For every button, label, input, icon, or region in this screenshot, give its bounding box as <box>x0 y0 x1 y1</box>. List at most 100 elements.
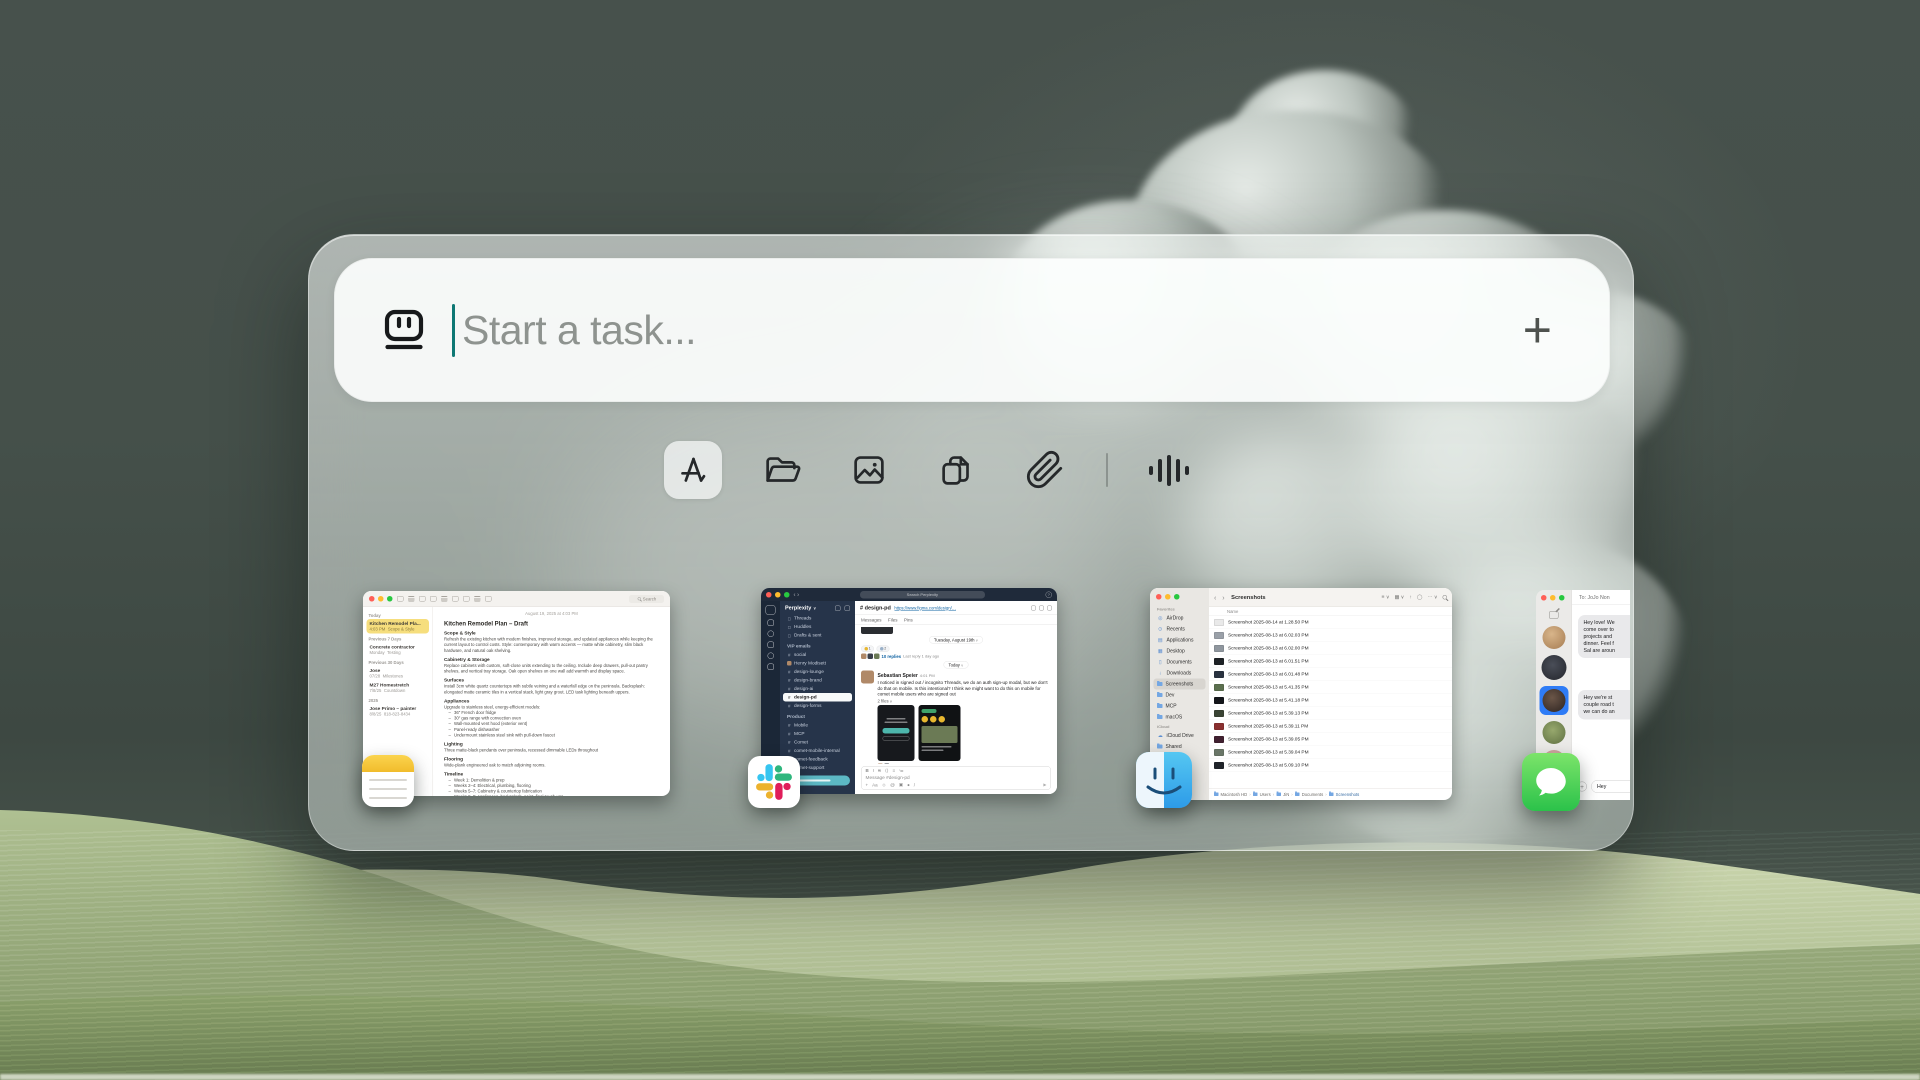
note-block: Surfaces <box>444 677 465 684</box>
conversation-list <box>1536 626 1572 773</box>
path-item: JiN › <box>1276 791 1293 797</box>
slack-sidebar-row: Drafts & sent <box>780 631 855 640</box>
copy-icon <box>942 456 969 485</box>
messages-app-icon[interactable] <box>1522 753 1580 811</box>
file-thumbnail <box>1214 696 1224 704</box>
finder-sidebar-item: MCP <box>1150 701 1209 712</box>
file-thumbnail <box>1214 735 1224 743</box>
finder-window-thumbnail[interactable]: Favorites AirDrop Recents Applications <box>1150 588 1452 800</box>
slack-sidebar-row: Huddles <box>780 623 855 632</box>
folder-icon <box>1276 791 1282 796</box>
channel-tab: Pins <box>904 617 913 623</box>
notes-sidebar-row: Jose Primo – painter 8/8/25 818-823-8434 <box>369 706 417 717</box>
notes-app-icon[interactable] <box>362 755 414 807</box>
message-composer: + Hey <box>1572 780 1630 800</box>
composer-placeholder: Message #design-pd <box>865 775 910 781</box>
finder-sidebar-item: Shared <box>1150 741 1209 752</box>
file-thumbnail <box>1214 631 1224 639</box>
finder-face-icon <box>1146 767 1182 795</box>
note-block: Flooring <box>444 756 463 762</box>
finder-sidebar-item: Screenshots <box>1153 678 1206 690</box>
slack-sidebar-row: Comet <box>780 738 855 747</box>
task-input-placeholder: Start a task... <box>462 306 697 353</box>
file-list: Screenshot 2025-08-14 at 1.28.50 PM Scre… <box>1209 616 1452 788</box>
file-row: Screenshot 2025-08-13 at 6.01.51 PM <box>1209 655 1452 668</box>
date-divider: Tuesday, August 19th <box>928 636 984 644</box>
avatar <box>1541 655 1567 680</box>
note-body: Scope & Style Refresh the existing kitche… <box>444 631 659 797</box>
finder-app-icon[interactable] <box>1136 752 1192 808</box>
slack-sidebar-row: design-ai <box>780 685 855 694</box>
slack-sidebar-row: Threads <box>780 614 855 623</box>
file-thumbnail <box>1214 761 1224 769</box>
channel-tabs: Messages Files Pins <box>855 615 1057 625</box>
window-controls <box>766 591 790 598</box>
file-row: Screenshot 2025-08-13 at 5.39.13 PM <box>1209 707 1452 720</box>
tool-clipboard-button[interactable] <box>928 441 986 499</box>
compose-icon <box>1549 611 1559 619</box>
slack-window-thumbnail[interactable]: ‹ › Search Perplexity ? Perplexity ∨ ◻ T… <box>761 588 1057 794</box>
tool-apps-button[interactable] <box>664 441 722 499</box>
file-thumbnail <box>1214 644 1224 652</box>
notes-toolbar: Search <box>363 591 670 607</box>
tool-attachments-button[interactable] <box>1016 441 1074 499</box>
slack-sidebar-row: comet-mobile-internal <box>780 747 855 756</box>
workspace-icon <box>765 605 776 615</box>
tool-files-button[interactable] <box>752 441 810 499</box>
attachment-toolbar <box>269 441 1593 499</box>
slack-app-icon[interactable] <box>748 756 800 808</box>
finder-sidebar-item: macOS <box>1150 712 1209 723</box>
message-author: Sebastian Speier <box>877 673 918 679</box>
received-message: Hey we're st couple road t we can do an <box>1578 690 1630 720</box>
message-feed: Hey love! We come over to projects and dinn… <box>1572 605 1630 780</box>
path-item: Users › <box>1253 791 1274 797</box>
note-block: Three matte-black pendants over peninsul… <box>444 747 599 753</box>
path-item: Documents › <box>1295 791 1327 797</box>
add-task-button[interactable]: + <box>1523 305 1552 355</box>
window-controls <box>1156 594 1180 600</box>
note-block: Appliances <box>444 698 470 705</box>
slack-sidebar-row: VIP emails <box>787 643 811 650</box>
message-composer: B I S ⟨⟩ ≡ ≔ Message #design-pd + Aa ☺ @ ▣ ● / ▶ <box>861 766 1051 790</box>
slack-sidebar-row: Henry Modisett <box>780 659 855 668</box>
column-header: Name <box>1209 607 1452 616</box>
notes-sidebar-row: Concrete contractor Monday Testing <box>369 644 415 656</box>
date-divider: Today <box>943 661 969 669</box>
notes-sidebar-row: 2025 <box>368 698 378 703</box>
note-block: Replace cabinets with custom, soft-close… <box>444 662 648 674</box>
tool-images-button[interactable] <box>840 441 898 499</box>
image-icon <box>854 456 884 484</box>
notes-sidebar-row: Previous 7 Days <box>368 636 402 642</box>
tool-voice-button[interactable] <box>1140 441 1198 499</box>
file-row: Screenshot 2025-08-13 at 6.01.48 PM <box>1209 668 1452 681</box>
task-input[interactable]: Start a task... + <box>334 258 1610 402</box>
file-thumbnail <box>1214 670 1224 678</box>
messages-chat: To: JoJo Non Hey love! We come over to pro… <box>1572 590 1630 800</box>
slack-search-bar: Search Perplexity <box>859 590 985 599</box>
channel-name: # design-pd <box>860 604 891 611</box>
file-row: Screenshot 2025-08-13 at 6.02.03 PM <box>1209 629 1452 642</box>
path-item: Macintosh HD › <box>1214 791 1251 797</box>
finder-sidebar-item: Dev <box>1150 690 1209 701</box>
file-thumbnail <box>1214 618 1224 626</box>
slack-sidebar-row: Product <box>787 714 805 720</box>
avatar <box>861 670 874 684</box>
finder-sidebar-item: Documents <box>1150 657 1209 668</box>
window-controls <box>369 596 393 602</box>
finder-main: ‹ › Screenshots ≡ ∨ ▦ ∨ ↑ ◯ ⋯ ∨ Name Screens… <box>1209 588 1452 800</box>
note-block: Lighting <box>444 741 463 747</box>
file-row: Screenshot 2025-08-13 at 6.02.00 PM <box>1209 642 1452 655</box>
slack-sidebar-row: Mobile <box>780 721 855 730</box>
slack-message: Sebastian Speier 4:01 PM I noticed in sig… <box>861 670 1051 764</box>
note-block: Install 3cm white quartz countertops wit… <box>444 683 645 695</box>
message-text: I noticed in signed out / incognito Thre… <box>877 680 1048 697</box>
slack-feed: Tuesday, August 19th 12 10 replies Last … <box>855 625 1057 764</box>
notes-document: August 19, 2025 at 4:03 PM Kitchen Remod… <box>433 607 670 796</box>
channel-topic-link: https://www.figma.com/design/… <box>894 605 957 611</box>
folder-icon <box>1329 791 1334 796</box>
sidebar-section-label: iCloud <box>1157 724 1170 730</box>
channel-tab: Messages <box>861 617 882 623</box>
toolbar-divider <box>1106 453 1108 487</box>
note-date: August 19, 2025 at 4:03 PM <box>525 611 578 616</box>
note-title: Kitchen Remodel Plan – Draft <box>444 620 529 627</box>
